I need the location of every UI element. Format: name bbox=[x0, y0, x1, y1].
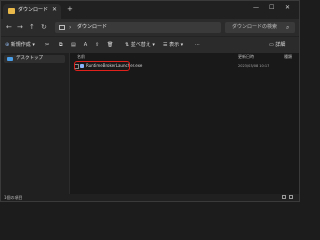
up-button[interactable]: ↑ bbox=[29, 23, 35, 32]
column-header-type[interactable]: 種類 bbox=[284, 54, 292, 60]
highlight-box bbox=[74, 61, 130, 71]
monitor-icon bbox=[59, 25, 65, 30]
rename-icon[interactable]: Ａ bbox=[83, 41, 88, 49]
search-placeholder: ダウンロードの検索 bbox=[232, 24, 278, 30]
breadcrumb[interactable]: ダウンロード bbox=[77, 24, 107, 31]
status-bar: 1個の項目 bbox=[1, 194, 299, 201]
address-bar[interactable]: › ダウンロード bbox=[55, 22, 221, 33]
desktop-icon bbox=[7, 57, 13, 61]
navigation-bar: ← → ↑ ↻ › ダウンロード ダウンロードの検索 ⌕ bbox=[1, 19, 299, 36]
search-input[interactable]: ダウンロードの検索 ⌕ bbox=[225, 22, 295, 33]
paste-icon[interactable]: ▤ bbox=[71, 41, 76, 49]
view-label: 表示 bbox=[169, 42, 180, 48]
new-button[interactable]: ⊕ 新規作成 ▾ bbox=[5, 41, 35, 49]
file-list: 名前 更新日時 種類 RuntimeBrokerLauncher.exe 202… bbox=[70, 53, 299, 194]
copy-icon[interactable]: ⧉ bbox=[59, 41, 63, 49]
tab-downloads[interactable]: ダウンロード ✕ bbox=[3, 4, 61, 19]
new-label: 新規作成 bbox=[10, 42, 31, 48]
back-button[interactable]: ← bbox=[6, 23, 12, 32]
more-button[interactable]: ··· bbox=[195, 41, 200, 49]
details-view-icon[interactable] bbox=[282, 195, 286, 199]
column-header-date[interactable]: 更新日時 bbox=[238, 54, 254, 60]
sort-button[interactable]: ⇅ 並べ替え ▾ bbox=[125, 41, 155, 49]
search-icon: ⌕ bbox=[286, 24, 290, 31]
refresh-button[interactable]: ↻ bbox=[41, 23, 47, 32]
view-button[interactable]: ☰ 表示 ▾ bbox=[163, 41, 183, 49]
cut-icon[interactable]: ✂ bbox=[45, 41, 49, 49]
delete-icon[interactable]: 🗑 bbox=[107, 41, 113, 49]
column-header-name[interactable]: 名前 bbox=[77, 54, 85, 60]
command-bar: ⊕ 新規作成 ▾ ✂ ⧉ ▤ Ａ ⇪ 🗑 ⇅ 並べ替え ▾ ☰ 表示 ▾ ···… bbox=[1, 36, 299, 54]
plus-icon: ⊕ bbox=[5, 42, 10, 48]
file-date: 2023/03/08 10:17 bbox=[238, 64, 270, 68]
column-header-row: 名前 更新日時 種類 bbox=[70, 53, 299, 61]
tab-label: ダウンロード bbox=[18, 7, 49, 13]
sidebar-item-desktop[interactable]: デスクトップ bbox=[4, 55, 65, 63]
navigation-pane: デスクトップ bbox=[1, 53, 70, 194]
new-tab-button[interactable]: + bbox=[67, 5, 73, 13]
share-icon[interactable]: ⇪ bbox=[95, 41, 99, 49]
breadcrumb-separator-icon: › bbox=[69, 24, 72, 31]
close-button[interactable]: ✕ bbox=[285, 4, 290, 12]
folder-icon bbox=[8, 8, 15, 14]
tiles-view-icon[interactable] bbox=[289, 195, 293, 199]
file-explorer-window: ダウンロード ✕ + — ☐ ✕ ← → ↑ ↻ › ダウンロード ダウンロード… bbox=[0, 0, 300, 202]
title-bar: ダウンロード ✕ + — ☐ ✕ bbox=[1, 1, 299, 19]
minimize-button[interactable]: — bbox=[253, 4, 259, 12]
item-count: 1個の項目 bbox=[4, 195, 23, 200]
details-label: 詳細 bbox=[275, 42, 286, 48]
sidebar-item-label: デスクトップ bbox=[16, 56, 43, 61]
details-button[interactable]: ▭ 詳細 bbox=[269, 41, 285, 49]
sort-label: 並べ替え bbox=[130, 42, 151, 48]
maximize-button[interactable]: ☐ bbox=[269, 4, 274, 12]
tab-close-icon[interactable]: ✕ bbox=[52, 6, 57, 14]
forward-button[interactable]: → bbox=[17, 23, 23, 32]
